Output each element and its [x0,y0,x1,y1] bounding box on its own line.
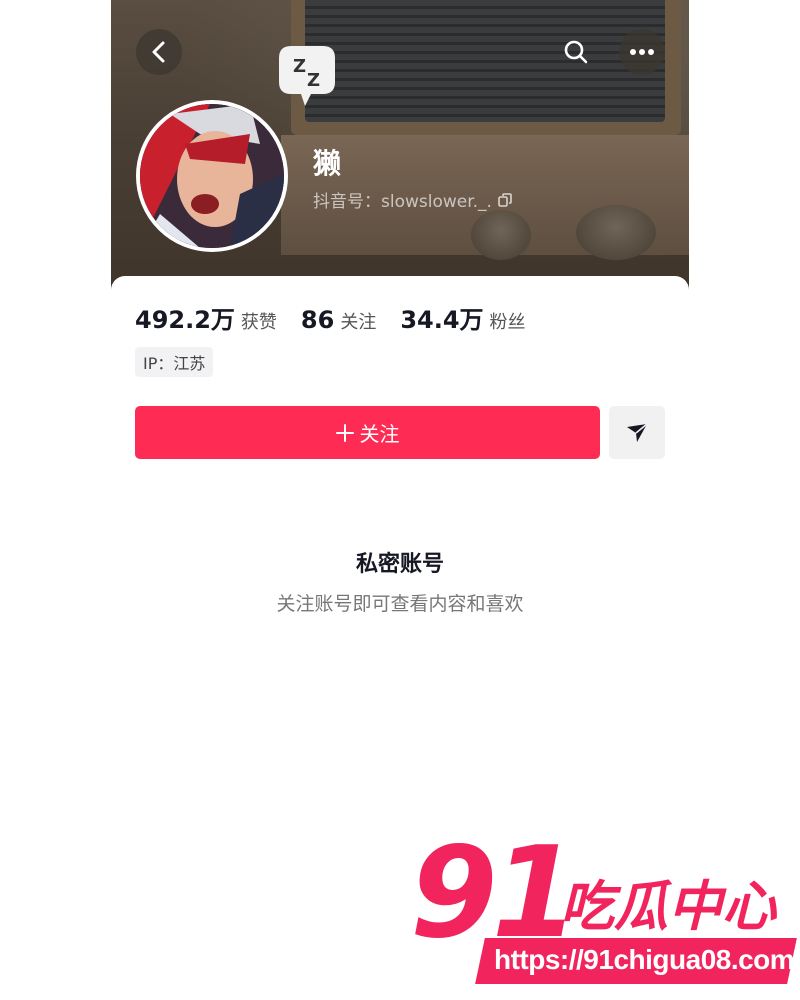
avatar-image [140,104,284,248]
page: Z Z 獭 抖音号：slowslower._. 492.2万 获赞 86 关注 … [0,0,800,1000]
douyin-id-text: 抖音号：slowslower._. [313,192,492,212]
follow-button[interactable]: 关注 [135,406,600,459]
svg-text:Z: Z [307,70,320,91]
likes-count: 492.2万 [135,306,235,334]
avatar[interactable] [136,100,288,252]
username: 獭 [313,147,342,180]
ip-location-badge: IP：江苏 [135,347,214,377]
profile-stats: 492.2万 获赞 86 关注 34.4万 粉丝 [135,300,550,335]
following-label[interactable]: 关注 [340,308,376,334]
background-cup [471,210,531,260]
background-window [305,0,665,122]
sleep-status-icon: Z Z [279,46,335,106]
watermark-logo: 91 吃瓜中心 https://91chigua08.com [410,830,797,990]
watermark-text: 吃瓜中心 [560,875,776,938]
following-count[interactable]: 86 [301,306,334,334]
followers-count[interactable]: 34.4万 [400,300,483,335]
svg-text:Z: Z [293,56,306,77]
share-button[interactable] [609,406,665,459]
follow-button-label: 关注 [359,422,400,446]
more-horizontal-icon [630,49,654,55]
plus-icon [335,423,354,442]
chevron-left-icon [152,41,165,63]
private-account-title: 私密账号 [355,552,444,577]
private-account-subtitle: 关注账号即可查看内容和喜欢 [276,593,524,615]
likes-label: 获赞 [240,312,277,333]
back-button[interactable] [136,29,182,75]
watermark-url: https://91chigua08.com [494,944,795,975]
search-button[interactable] [553,29,599,75]
more-button[interactable] [619,29,665,75]
send-icon [627,422,648,442]
followers-label[interactable]: 粉丝 [490,308,526,334]
search-icon [564,40,588,64]
background-bowl [576,205,656,260]
douyin-id[interactable]: 抖音号：slowslower._. [313,187,512,212]
copy-icon[interactable] [498,192,512,207]
